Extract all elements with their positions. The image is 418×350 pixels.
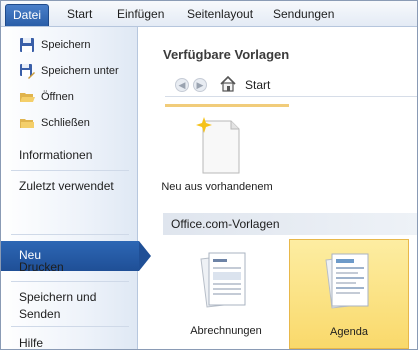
close-command[interactable]: Schließen [19, 113, 90, 133]
template-label: Neu aus vorhandenem [161, 181, 273, 193]
template-breadcrumb-bar: ◀ ▶ Start [165, 75, 417, 97]
tab-page-layout[interactable]: Seitenlayout [187, 6, 253, 22]
nav-divider [11, 326, 129, 327]
home-icon[interactable] [219, 75, 237, 93]
open-label: Öffnen [41, 91, 74, 103]
nav-divider [11, 234, 129, 235]
save-as-label: Speichern unter [41, 65, 119, 77]
template-invoices[interactable]: Abrechnungen [167, 245, 285, 349]
nav-divider [11, 170, 129, 171]
selection-arrow [139, 241, 151, 271]
tab-file[interactable]: Datei [5, 4, 49, 26]
template-agenda[interactable]: Agenda [289, 239, 409, 349]
word-backstage-window: Datei Start Einfügen Seitenlayout Sendun… [0, 0, 418, 350]
nav-save-send[interactable]: Speichern und Senden [19, 289, 129, 323]
close-document-icon [19, 115, 35, 131]
nav-help[interactable]: Hilfe [19, 335, 43, 349]
open-command[interactable]: Öffnen [19, 87, 74, 107]
page-title: Verfügbare Vorlagen [163, 47, 290, 62]
agenda-icon [325, 253, 369, 309]
back-arrow-icon: ◀ [178, 80, 186, 90]
templates-pane: Verfügbare Vorlagen ◀ ▶ Start Neu aus vo… [151, 27, 417, 349]
office-com-group-header: Office.com-Vorlagen [163, 213, 417, 235]
save-as-command[interactable]: Speichern unter [19, 61, 119, 81]
tab-home[interactable]: Start [67, 6, 92, 22]
back-button[interactable]: ◀ [175, 78, 189, 92]
tab-mailings[interactable]: Sendungen [273, 6, 334, 22]
save-as-icon [19, 63, 35, 79]
breadcrumb-accent [165, 104, 289, 107]
nav-info[interactable]: Informationen [19, 147, 92, 163]
template-label: Abrechnungen [190, 325, 262, 337]
save-label: Speichern [41, 39, 91, 51]
tab-insert[interactable]: Einfügen [117, 6, 164, 22]
invoices-icon [200, 252, 246, 308]
nav-print[interactable]: Drucken [19, 259, 64, 275]
ribbon-tab-bar: Datei Start Einfügen Seitenlayout Sendun… [1, 1, 417, 27]
forward-button[interactable]: ▶ [193, 78, 207, 92]
template-label: Agenda [330, 326, 368, 338]
nav-recent[interactable]: Zuletzt verwendet [19, 178, 129, 195]
close-label: Schließen [41, 117, 90, 129]
backstage-nav: Speichern Speichern unter Öffnen Schließ… [1, 27, 151, 349]
new-from-existing-icon [196, 117, 240, 174]
save-icon [19, 37, 35, 53]
template-new-from-existing[interactable]: Neu aus vorhandenem [155, 115, 279, 201]
open-folder-icon [19, 89, 35, 105]
breadcrumb-start[interactable]: Start [245, 78, 270, 92]
save-command[interactable]: Speichern [19, 35, 91, 55]
forward-arrow-icon: ▶ [196, 80, 204, 90]
nav-divider [11, 281, 129, 282]
